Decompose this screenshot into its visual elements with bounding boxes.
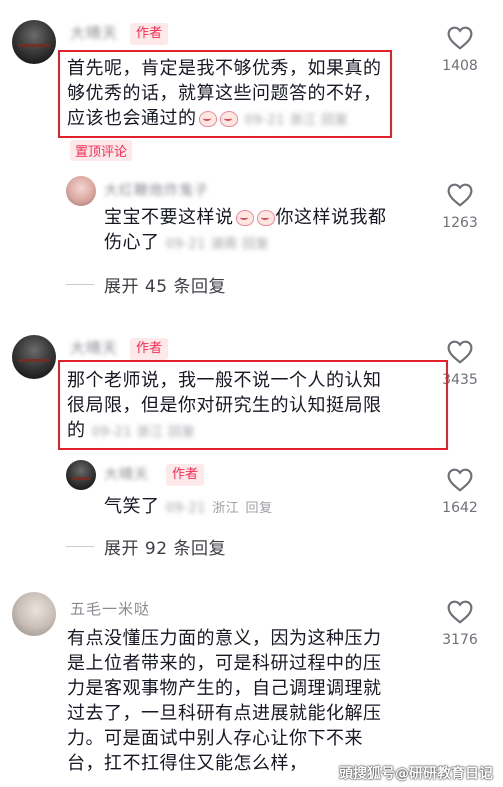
comment-line-text: 你这样说我都 — [275, 207, 387, 228]
like-count: 1408 — [442, 58, 478, 74]
comment-meta: 09-21 浙江 回复 — [244, 113, 349, 128]
comment-line: 够优秀的话，就算这些问题答的不好， — [67, 83, 382, 104]
comment-line: 台，扛不扛得住又能怎么样， — [67, 753, 308, 774]
comment-line: 力。可是面试中别人存心让你下不来 — [67, 728, 363, 749]
like-button[interactable]: 1408 — [440, 26, 480, 74]
comment-line-text: 的 — [67, 420, 86, 441]
comment-meta: 09-21 浙江 回复 — [91, 425, 196, 440]
comment-line: 伤心了 09-21 湖南 回复 — [104, 230, 387, 257]
comment-line: 是上位者带来的，可是科研过程中的压 — [67, 653, 382, 674]
comment-line: 的 09-21 浙江 回复 — [67, 418, 382, 445]
sticker-emoji-icon — [234, 208, 254, 226]
comment-line: 很局限，但是你对研究生的认知挺局限 — [67, 395, 382, 416]
comment-username[interactable]: 大晴天 — [70, 337, 118, 358]
comment-text: 宝宝不要这样说 你这样说我都 伤心了 09-21 湖南 回复 — [104, 205, 387, 257]
like-button[interactable]: 1263 — [440, 183, 480, 231]
like-count: 1642 — [442, 500, 478, 516]
comment-text: 气笑了 09-21 浙江 回复 — [104, 494, 273, 521]
author-badge: 作者 — [130, 338, 169, 360]
author-badge: 作者 — [166, 464, 205, 486]
comment-line: 那个老师说，我一般不说一个人的认知 — [67, 370, 382, 391]
comment-line: 过去了，一旦科研有点进展就能化解压 — [67, 703, 382, 724]
expand-replies-button[interactable]: 展开 92 条回复 — [104, 534, 226, 559]
avatar[interactable] — [66, 460, 96, 490]
like-button[interactable]: 3176 — [440, 600, 480, 648]
heart-outline-icon — [447, 340, 473, 364]
expand-divider — [66, 546, 94, 547]
like-button[interactable]: 1642 — [440, 468, 480, 516]
like-count: 1263 — [442, 215, 478, 231]
avatar[interactable] — [12, 592, 56, 636]
comment-line-text: 宝宝不要这样说 — [104, 207, 234, 228]
comment-line-text: 应该也会通过的 — [67, 108, 197, 129]
heart-outline-icon — [447, 183, 473, 207]
heart-outline-icon — [447, 26, 473, 50]
comment-line: 有点没懂压力面的意义，因为这种压力 — [67, 628, 382, 649]
comment-username[interactable]: 大晴天 — [104, 464, 149, 484]
heart-outline-icon — [447, 600, 473, 624]
expand-replies-button[interactable]: 展开 45 条回复 — [104, 272, 226, 297]
sticker-emoji-icon — [255, 208, 275, 226]
avatar[interactable] — [12, 20, 56, 64]
avatar[interactable] — [66, 176, 96, 206]
expand-divider — [66, 284, 94, 285]
comment-username[interactable]: 大晴天 — [70, 22, 118, 43]
watermark: 頭搜狐号@研研教育日记 — [339, 766, 493, 782]
comment-text: 有点没懂压力面的意义，因为这种压力 是上位者带来的，可是科研过程中的压 力是客观… — [67, 626, 382, 776]
author-badge: 作者 — [130, 23, 169, 45]
comment-date: 09-21 — [165, 501, 207, 516]
comment-line-text: 伤心了 — [104, 232, 160, 253]
sticker-emoji-icon — [197, 109, 217, 127]
avatar[interactable] — [12, 335, 56, 379]
comment-line: 应该也会通过的 09-21 浙江 回复 — [67, 106, 382, 133]
comment-line: 力是客观事物产生的，自己调理调理就 — [67, 678, 382, 699]
comment-username[interactable]: 大红鞭炮炸鬼子 — [104, 180, 209, 200]
sticker-emoji-icon — [218, 109, 238, 127]
reply-button[interactable]: 回复 — [246, 501, 273, 516]
comment-text: 首先呢，肯定是我不够优秀，如果真的 够优秀的话，就算这些问题答的不好， 应该也会… — [67, 56, 382, 133]
comment-location: 浙江 — [212, 501, 240, 516]
comment-text: 那个老师说，我一般不说一个人的认知 很局限，但是你对研究生的认知挺局限 的 09… — [67, 368, 382, 445]
comment-line: 宝宝不要这样说 你这样说我都 — [104, 205, 387, 230]
heart-outline-icon — [447, 468, 473, 492]
comment-line: 首先呢，肯定是我不够优秀，如果真的 — [67, 58, 382, 79]
comment-meta: 09-21 湖南 回复 — [165, 237, 270, 252]
comment-line-text: 气笑了 — [104, 496, 160, 517]
comment-username[interactable]: 五毛一米哒 — [70, 598, 150, 619]
like-count: 3176 — [442, 632, 478, 648]
pinned-badge: 置顶评论 — [70, 140, 133, 161]
